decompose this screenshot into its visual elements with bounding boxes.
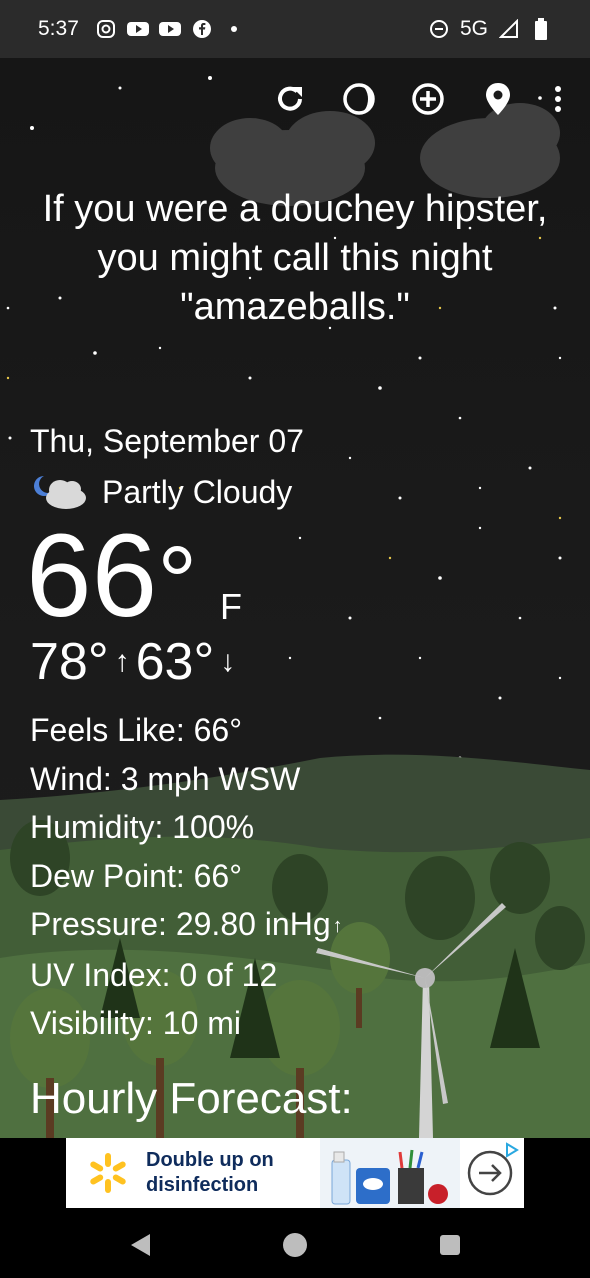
condition-label: Partly Cloudy [102,473,293,510]
low-temp: 63° [135,633,215,691]
walmart-spark-icon [84,1149,132,1197]
banner-ad[interactable]: Double up on disinfection [66,1138,524,1208]
network-label: 5G [459,17,488,40]
system-icons: 5G [428,17,552,41]
condition-row: Partly Cloudy [30,472,292,512]
partly-cloudy-night-icon [30,472,90,512]
ad-line-1: Double up on [146,1149,274,1171]
instagram-icon [95,18,117,40]
date-label: Thu, September 07 [30,423,304,459]
temperature-value: 66 [26,510,158,642]
toolbar [0,78,590,120]
battery-icon [530,18,552,40]
current-temperature: 66° [26,517,197,635]
high-low-row: 78° ↑ 63° ↓ [30,636,241,688]
adchoices-icon[interactable] [504,1142,520,1158]
back-icon[interactable] [126,1230,156,1260]
visibility: Visibility: 10 mi [30,1005,242,1042]
ad-product-image [320,1138,460,1208]
weather-details: Feels Like: 66° Wind: 3 mph WSW Humidity… [30,706,343,1048]
status-time: 5:37 [38,17,79,40]
high-arrow-icon: ↑ [114,645,130,678]
navigation-bar [0,1208,590,1278]
home-icon[interactable] [280,1230,310,1260]
recents-icon[interactable] [435,1230,465,1260]
ad-line-2: disinfection [146,1174,259,1196]
uv-index: UV Index: 0 of 12 [30,956,278,993]
pressure-trend-icon: ↑ [332,915,343,938]
pressure: Pressure: 29.80 inHg ↑ [30,900,343,951]
notification-icons [95,18,245,40]
status-bar: 5:37 5G [0,0,590,58]
dot-icon [223,18,245,40]
temperature-unit: F [220,586,242,627]
hourly-forecast-title: Hourly Forecast: [30,1074,353,1123]
location-pin-icon[interactable] [477,78,519,120]
dew-point: Dew Point: 66° [30,857,243,894]
low-arrow-icon: ↓ [220,645,236,678]
wind: Wind: 3 mph WSW [30,760,301,797]
ad-text: Double up on disinfection [146,1148,316,1198]
facebook-icon [191,18,213,40]
overflow-menu-icon[interactable] [537,78,579,120]
moon-phase-icon[interactable] [338,78,380,120]
youtube-icon [126,18,149,40]
signal-icon [498,18,520,40]
youtube-icon [158,18,181,40]
do-not-disturb-icon [428,18,450,40]
degree-symbol: ° [157,526,198,638]
humidity: Humidity: 100% [30,809,255,845]
weather-quip: If you were a douchey hipster, you might… [42,188,548,328]
add-location-icon[interactable] [407,78,449,120]
refresh-icon[interactable] [269,78,311,120]
high-temp: 78° [30,633,109,691]
pressure-value: Pressure: 29.80 inHg [30,906,331,942]
feels-like: Feels Like: 66° [30,712,243,748]
